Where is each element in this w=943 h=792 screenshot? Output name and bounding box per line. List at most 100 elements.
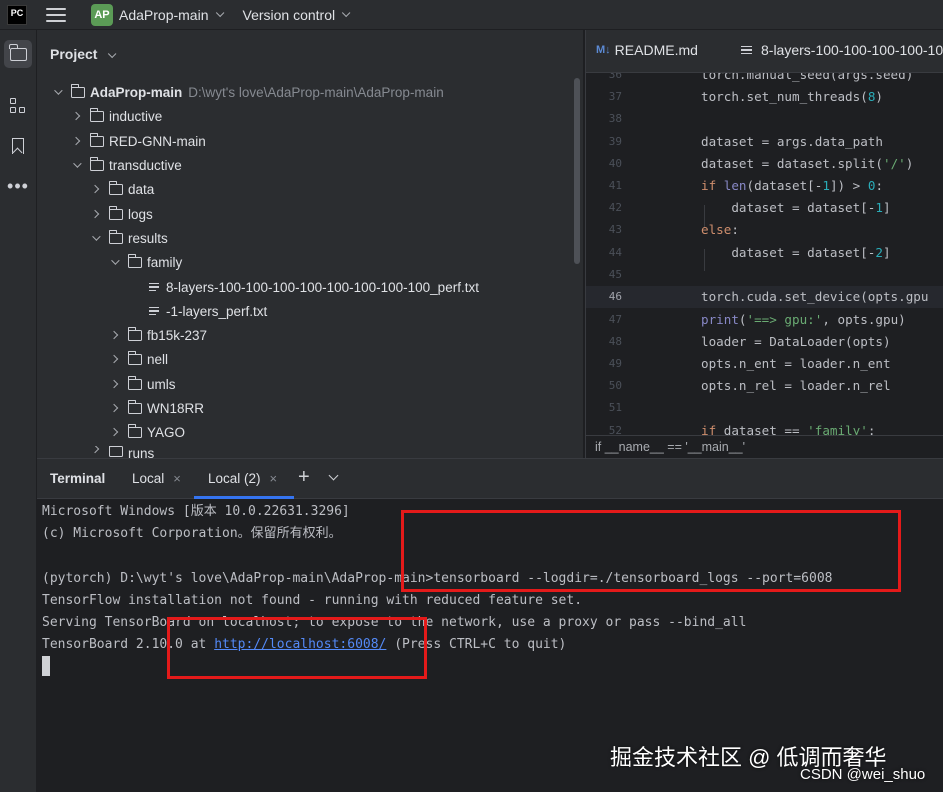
tab-local-2[interactable]: Local (2) × [208, 471, 277, 486]
text-file-icon [149, 281, 159, 294]
collapse-arrow-icon[interactable] [92, 446, 100, 454]
tab-readme[interactable]: M↓ README.md [596, 42, 698, 58]
tree-item-results[interactable]: results [92, 227, 168, 249]
folder-icon [127, 326, 142, 341]
collapse-arrow-icon[interactable] [109, 379, 119, 389]
version-control-menu[interactable]: Version control [243, 7, 336, 23]
collapse-arrow-icon[interactable] [109, 330, 119, 340]
code-text: print('==> gpu:', opts.gpu) [701, 312, 906, 327]
tree-item-fb15k-237[interactable]: fb15k-237 [109, 324, 208, 346]
active-tab-indicator [194, 496, 294, 499]
collapse-arrow-icon[interactable] [109, 403, 119, 413]
tree-item-family[interactable]: family [111, 251, 182, 273]
close-icon[interactable]: × [270, 471, 278, 486]
code-line: 50 opts.n_rel = loader.n_rel [586, 375, 943, 397]
code-text: opts.n_ent = loader.n_ent [701, 356, 891, 371]
collapse-arrow-icon[interactable] [90, 184, 100, 194]
line-number: 52 [608, 424, 622, 435]
tree-item-umls[interactable]: umls [109, 373, 176, 395]
project-tool-button[interactable] [4, 40, 32, 68]
tree-item-nell[interactable]: nell [109, 348, 168, 370]
tab-label: Local (2) [208, 471, 261, 486]
tree-item-label: logs [128, 206, 153, 222]
tree-item-adaprop-main[interactable]: AdaProp-main D:\wyt's love\AdaProp-main\… [54, 81, 444, 103]
main-menu-icon[interactable] [46, 7, 66, 22]
tab-perf-file[interactable]: 8-layers-100-100-100-100-10 [741, 42, 943, 58]
code-text: dataset = args.data_path [701, 134, 883, 149]
folder-icon [127, 375, 142, 390]
folder-icon [70, 83, 85, 98]
expand-arrow-icon[interactable] [73, 159, 82, 168]
editor-breadcrumb[interactable]: if __name__ == '__main__' [586, 435, 943, 458]
pycharm-logo-icon[interactable]: PC [7, 4, 27, 25]
project-badge-icon[interactable]: AP [91, 3, 113, 26]
collapse-arrow-icon[interactable] [90, 209, 100, 219]
code-editor: M↓ README.md 8-layers-100-100-100-100-10… [585, 30, 943, 458]
editor-tab-bar: M↓ README.md 8-layers-100-100-100-100-10 [586, 30, 943, 73]
chevron-down-icon[interactable] [341, 8, 351, 17]
code-line: 49 opts.n_ent = loader.n_ent [586, 353, 943, 375]
structure-tool-button[interactable] [4, 92, 32, 120]
chevron-down-icon[interactable] [108, 49, 117, 59]
expand-arrow-icon[interactable] [54, 86, 63, 95]
folder-icon [127, 399, 142, 414]
tab-local[interactable]: Local × [132, 471, 181, 486]
tree-item-label: inductive [109, 108, 163, 124]
project-scrollbar[interactable] [574, 78, 580, 264]
expand-arrow-icon[interactable] [111, 256, 120, 265]
code-line: 38 [586, 108, 943, 130]
folder-icon [8, 43, 27, 61]
project-panel: Project AdaProp-main D:\wyt's love\AdaPr… [37, 30, 583, 458]
tree-item-red-gnn-main[interactable]: RED-GNN-main [71, 130, 206, 152]
tree-item-inductive[interactable]: inductive [71, 105, 163, 127]
collapse-arrow-icon[interactable] [109, 354, 119, 364]
project-switcher[interactable]: AdaProp-main [119, 7, 209, 23]
code-line: 41 if len(dataset[-1]) > 0: [586, 175, 943, 197]
chevron-down-icon[interactable] [328, 470, 339, 481]
code-line: 45 [586, 264, 943, 286]
expand-arrow-icon[interactable] [92, 232, 101, 241]
tree-item-label: 8-layers-100-100-100-100-100-100-100-100… [166, 279, 479, 295]
code-text: torch.set_num_threads(8) [701, 89, 883, 104]
new-terminal-plus-icon[interactable]: + [298, 466, 310, 489]
tree-item-wn18rr[interactable]: WN18RR [109, 397, 204, 419]
tree-item-perf-file[interactable]: 8-layers-100-100-100-100-100-100-100-100… [149, 276, 479, 298]
code-text: torch.manual_seed(args.seed) [701, 73, 914, 82]
close-icon[interactable]: × [173, 471, 181, 486]
tree-item-perf-file[interactable]: -1-layers_perf.txt [149, 300, 267, 322]
title-bar: PC AP AdaProp-main Version control [0, 0, 943, 30]
tree-item-transductive[interactable]: transductive [73, 154, 182, 176]
code-area[interactable]: 36 torch.manual_seed(args.seed) 37 torch.s… [586, 73, 943, 435]
code-text: else: [701, 222, 739, 237]
tab-label: 8-layers-100-100-100-100-10 [761, 42, 943, 58]
tree-item-runs[interactable]: runs [92, 446, 154, 458]
watermark-sub: CSDN @wei_shuo [800, 766, 926, 783]
collapse-arrow-icon[interactable] [71, 111, 81, 121]
tree-item-label: data [128, 181, 155, 197]
code-line: 47 print('==> gpu:', opts.gpu) [586, 309, 943, 331]
line-number: 47 [608, 313, 622, 326]
tree-item-label: results [128, 230, 168, 246]
folder-icon [108, 229, 123, 244]
folder-icon [108, 180, 123, 195]
tree-item-yago[interactable]: YAGO [109, 421, 186, 443]
folder-icon [108, 446, 123, 457]
bookmarks-tool-button[interactable] [4, 132, 32, 160]
line-number: 39 [608, 135, 622, 148]
code-line: 43 else: [586, 219, 943, 241]
more-tools-button[interactable]: ••• [4, 172, 32, 200]
collapse-arrow-icon[interactable] [109, 427, 119, 437]
code-line: 42 dataset = dataset[-1] [586, 197, 943, 219]
line-number: 50 [608, 379, 622, 392]
project-panel-title: Project [50, 46, 98, 62]
collapse-arrow-icon[interactable] [71, 136, 81, 146]
tree-item-label: fb15k-237 [147, 327, 208, 343]
tree-item-label: YAGO [147, 424, 186, 440]
code-text: loader = DataLoader(opts) [701, 334, 891, 349]
chevron-down-icon[interactable] [215, 8, 224, 17]
code-line: 40 dataset = dataset.split('/') [586, 153, 943, 175]
tree-item-data[interactable]: data [90, 178, 155, 200]
folder-icon [89, 107, 104, 122]
tree-item-logs[interactable]: logs [90, 203, 153, 225]
project-panel-header[interactable]: Project [50, 46, 117, 62]
